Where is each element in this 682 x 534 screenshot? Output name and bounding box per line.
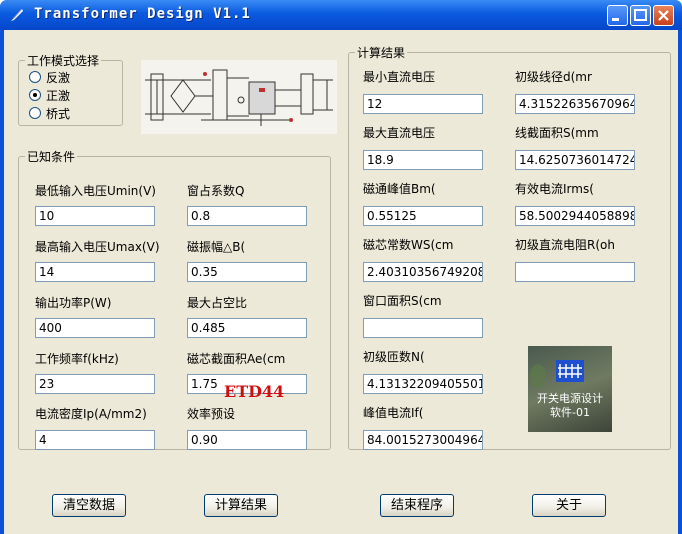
- main-window: Transformer Design V1.1 工作模式选择 反激 正激 桥式: [0, 0, 682, 534]
- current-density-input[interactable]: 4: [35, 430, 155, 450]
- current-density-label: 电流密度Ip(A/mm2): [35, 407, 147, 421]
- clear-data-button[interactable]: 清空数据: [52, 494, 126, 517]
- wire-area-label: 线截面积S(mm: [515, 126, 599, 140]
- radio-indicator: [29, 107, 41, 119]
- calculate-button[interactable]: 计算结果: [204, 494, 278, 517]
- core-constant-output[interactable]: 2.40310356749208: [363, 262, 483, 282]
- primary-dc-resistance-output[interactable]: [515, 262, 635, 282]
- mode-group: 工作模式选择 反激 正激 桥式: [18, 52, 123, 126]
- output-power-label: 输出功率P(W): [35, 296, 112, 310]
- radio-forward[interactable]: 正激: [29, 87, 70, 104]
- flux-swing-label: 磁振幅△B(: [187, 240, 246, 254]
- umin-input[interactable]: 10: [35, 206, 155, 226]
- core-area-label: 磁芯截面积Ae(cm: [187, 352, 286, 366]
- radio-indicator-checked: [29, 89, 41, 101]
- schematic-icon: [145, 69, 333, 126]
- efficiency-input[interactable]: 0.90: [187, 430, 307, 450]
- app-feather-icon: [11, 9, 23, 21]
- peak-flux-label: 磁通峰值Bm(: [363, 182, 436, 196]
- window-area-label: 窗口面积S(cm: [363, 294, 442, 308]
- core-model-tag: ETD44: [224, 382, 285, 401]
- exit-button[interactable]: 结束程序: [380, 494, 454, 517]
- minimize-button[interactable]: [607, 5, 628, 26]
- peak-flux-output[interactable]: 0.55125: [363, 206, 483, 226]
- primary-dc-resistance-label: 初级直流电阻R(oh: [515, 238, 615, 252]
- min-dc-voltage-label: 最小直流电压: [363, 70, 436, 84]
- max-duty-input[interactable]: 0.485: [187, 318, 307, 338]
- peak-current-label: 峰值电流If(: [363, 406, 424, 420]
- min-dc-voltage-output[interactable]: 12: [363, 94, 483, 114]
- app-logo-icon: [530, 360, 584, 388]
- circuit-schematic-image: [141, 60, 337, 134]
- radio-bridge[interactable]: 桥式: [29, 105, 70, 122]
- radio-flyback-label: 反激: [46, 71, 71, 85]
- core-constant-label: 磁芯常数WS(cm: [363, 238, 454, 252]
- radio-bridge-label: 桥式: [46, 107, 71, 121]
- max-dc-voltage-output[interactable]: 18.9: [363, 150, 483, 170]
- client-area: 工作模式选择 反激 正激 桥式 已知条件 最低输入电压Umin(V) 10 窗占…: [4, 30, 678, 534]
- rms-current-output[interactable]: 58.5002944058898: [515, 206, 635, 226]
- close-button[interactable]: [653, 5, 674, 26]
- max-duty-label: 最大占空比: [187, 296, 248, 310]
- logo-caption-line2: 软件-01: [550, 406, 590, 419]
- max-dc-voltage-label: 最大直流电压: [363, 126, 436, 140]
- window-factor-label: 窗占系数Q: [187, 184, 245, 198]
- umax-input[interactable]: 14: [35, 262, 155, 282]
- window-factor-input[interactable]: 0.8: [187, 206, 307, 226]
- primary-wire-dia-label: 初级线径d(mr: [515, 70, 592, 84]
- about-button[interactable]: 关于: [532, 494, 606, 517]
- flux-swing-input[interactable]: 0.35: [187, 262, 307, 282]
- peak-current-output[interactable]: 84.0015273004964: [363, 430, 483, 450]
- frequency-input[interactable]: 23: [35, 374, 155, 394]
- close-icon: [658, 10, 669, 21]
- mode-group-legend: 工作模式选择: [25, 52, 102, 69]
- known-conditions-legend: 已知条件: [25, 148, 78, 165]
- maximize-button[interactable]: [630, 5, 651, 26]
- maximize-icon: [634, 9, 647, 21]
- results-legend: 计算结果: [355, 44, 408, 61]
- title-bar[interactable]: Transformer Design V1.1: [0, 0, 682, 30]
- radio-forward-label: 正激: [46, 89, 71, 103]
- umax-label: 最高输入电压Umax(V): [35, 240, 160, 254]
- window-area-output[interactable]: [363, 318, 483, 338]
- logo-caption-line1: 开关电源设计: [537, 392, 603, 405]
- radio-indicator: [29, 71, 41, 83]
- rms-current-label: 有效电流Irms(: [515, 182, 594, 196]
- primary-turns-label: 初级匝数N(: [363, 350, 425, 364]
- window-title: Transformer Design V1.1: [34, 6, 251, 22]
- minimize-icon: [612, 18, 619, 21]
- output-power-input[interactable]: 400: [35, 318, 155, 338]
- wire-area-output[interactable]: 14.6250736014724: [515, 150, 635, 170]
- app-logo: 开关电源设计 软件-01: [528, 346, 612, 432]
- primary-turns-output[interactable]: 4.13132209405501: [363, 374, 483, 394]
- umin-label: 最低输入电压Umin(V): [35, 184, 156, 198]
- logo-caption: 开关电源设计 软件-01: [528, 392, 612, 420]
- efficiency-label: 效率预设: [187, 407, 236, 421]
- primary-wire-dia-output[interactable]: 4.31522635670964: [515, 94, 635, 114]
- frequency-label: 工作频率f(kHz): [35, 352, 119, 366]
- radio-flyback[interactable]: 反激: [29, 69, 70, 86]
